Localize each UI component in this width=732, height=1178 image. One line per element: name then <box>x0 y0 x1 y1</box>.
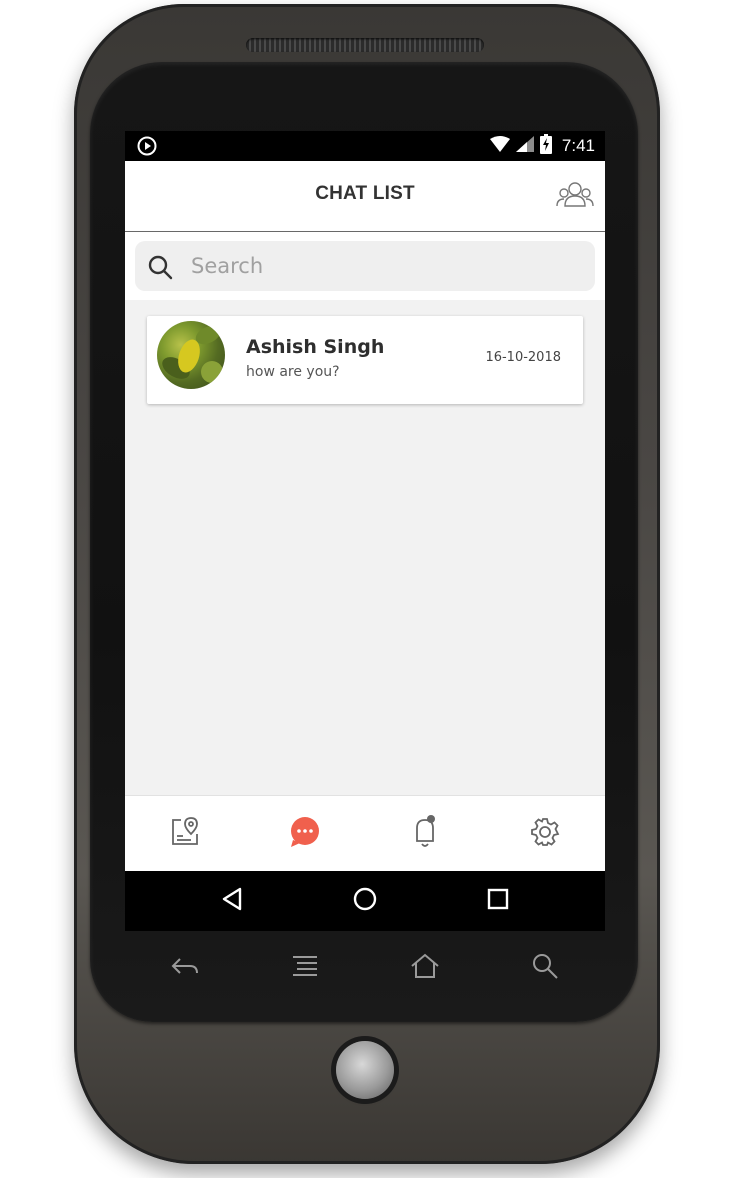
group-chat-button[interactable] <box>555 179 595 213</box>
chat-last-message: how are you? <box>246 364 340 380</box>
tab-chats[interactable] <box>245 796 365 872</box>
signal-icon <box>515 136 534 156</box>
chat-date: 16-10-2018 <box>485 350 561 365</box>
wifi-icon <box>489 136 510 156</box>
recents-square-icon <box>487 888 509 914</box>
hardware-search-button[interactable] <box>525 948 565 988</box>
tab-settings[interactable] <box>485 796 605 872</box>
home-circle-icon <box>353 887 377 915</box>
hardware-menu-button[interactable] <box>285 948 325 988</box>
search-box <box>135 241 595 291</box>
system-recents-button[interactable] <box>478 881 518 921</box>
gear-icon <box>530 817 560 851</box>
tab-notifications[interactable] <box>365 796 485 872</box>
map-pin-card-icon <box>169 816 201 852</box>
play-notification-icon <box>137 136 157 156</box>
device-mockup: 7:41 CHAT LIST Search Ashish Singh how a… <box>0 0 732 1178</box>
physical-home-button[interactable] <box>336 1041 394 1099</box>
search-input[interactable] <box>189 247 583 285</box>
search-icon <box>147 254 173 280</box>
chat-list-item[interactable]: Ashish Singh how are you? 16-10-2018 <box>147 316 583 404</box>
avatar <box>157 321 225 389</box>
bell-icon <box>411 815 439 853</box>
hardware-back-button[interactable] <box>165 948 205 988</box>
back-arrow-icon <box>170 955 200 981</box>
chat-contact-name: Ashish Singh <box>246 336 385 358</box>
chat-list: Ashish Singh how are you? 16-10-2018 <box>125 300 605 795</box>
app-header: CHAT LIST <box>125 161 605 232</box>
search-bar <box>125 232 605 300</box>
battery-charging-icon <box>539 134 552 158</box>
page-title: CHAT LIST <box>315 183 415 204</box>
status-time: 7:41 <box>561 136 595 155</box>
bottom-nav <box>125 795 605 872</box>
menu-lines-icon <box>291 954 319 982</box>
system-home-button[interactable] <box>345 881 385 921</box>
status-bar: 7:41 <box>125 131 605 161</box>
house-icon <box>410 953 440 983</box>
back-triangle-icon <box>221 887 243 915</box>
system-back-button[interactable] <box>212 881 252 921</box>
phone-screen: 7:41 CHAT LIST Search Ashish Singh how a… <box>125 131 605 931</box>
magnifier-icon <box>531 952 559 984</box>
hardware-home-key[interactable] <box>405 948 445 988</box>
tab-location[interactable] <box>125 796 245 872</box>
hardware-buttons <box>125 940 605 996</box>
system-navigation-bar <box>125 871 605 931</box>
speaker-grille <box>246 38 484 52</box>
chat-bubble-icon <box>289 816 321 852</box>
group-users-icon <box>556 181 594 211</box>
